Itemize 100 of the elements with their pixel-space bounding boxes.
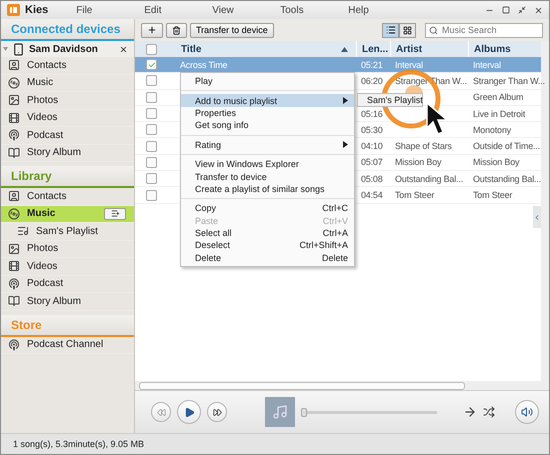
search-icon (429, 26, 438, 34)
app-name: Kies (25, 4, 48, 16)
search-field[interactable]: Music Search (425, 22, 543, 38)
table-cell: Green Album (473, 92, 524, 102)
checkbox[interactable] (146, 75, 157, 86)
close-icon[interactable] (119, 44, 128, 54)
table-cell: Tom Steer (395, 190, 434, 200)
sidebar-item[interactable]: Contacts (1, 57, 134, 74)
table-cell: Tom Steer (473, 190, 512, 200)
checkbox[interactable] (146, 59, 157, 70)
table-cell: Outstanding Bal... (395, 174, 463, 184)
menu-item[interactable]: File (76, 4, 144, 16)
add-playlist-button[interactable] (104, 208, 126, 220)
sidebar-item[interactable]: Podcast (1, 276, 134, 293)
shuffle-icon[interactable] (483, 406, 495, 418)
submenu-arrow-icon (343, 97, 348, 104)
checkbox[interactable] (146, 140, 157, 152)
transfer-button[interactable]: Transfer to device (190, 22, 274, 38)
sidebar-item[interactable]: Videos (1, 110, 134, 127)
menu-item[interactable]: Copy Ctrl+C (181, 202, 354, 215)
menu-item[interactable]: Tools (280, 4, 348, 16)
menu-item[interactable]: Deselect Ctrl+Shift+A (181, 239, 354, 252)
section-heading: Connected devices (1, 19, 134, 41)
sidebar-item[interactable]: Story Album (1, 144, 134, 162)
list-icon (17, 225, 29, 238)
play-button[interactable] (177, 400, 201, 424)
section-heading: Library (1, 166, 134, 188)
sidebar-item[interactable]: Music (1, 206, 134, 223)
menu-item[interactable]: Create a playlist of similar songs (181, 182, 354, 196)
column-header[interactable]: Title (176, 41, 356, 57)
table-cell: 04:10 (361, 141, 383, 152)
image-icon (8, 94, 20, 106)
submenu-item[interactable]: Sam's Playlist (357, 93, 423, 108)
menu-item[interactable]: Rating (181, 138, 354, 151)
sidebar-item[interactable]: Photos (1, 92, 134, 110)
table-cell: Shape of Stars (395, 141, 452, 152)
status-text: 1 song(s), 5.3minute(s), 9.05 MB (1, 433, 549, 454)
podcast-icon (8, 278, 20, 290)
submenu-arrow-icon (343, 141, 348, 148)
grid-view-button[interactable] (399, 22, 416, 38)
checkbox[interactable] (146, 156, 157, 168)
app-logo-icon (7, 4, 20, 16)
table-cell: 06:20 (361, 76, 383, 86)
horizontal-scrollbar[interactable] (135, 381, 549, 390)
contact-card-icon (8, 190, 20, 202)
menu-item[interactable]: Play (181, 75, 354, 88)
grid-icon (403, 26, 412, 34)
table-cell: 05:30 (361, 124, 383, 135)
menu-item[interactable]: Get song info (181, 119, 354, 132)
restore-icon[interactable] (518, 6, 526, 14)
menu-item[interactable]: View in Windows Explorer (181, 158, 354, 170)
volume-button[interactable] (515, 400, 539, 424)
menu-item[interactable]: Properties (181, 106, 354, 120)
contact-card-icon (8, 59, 20, 72)
rewind-button[interactable] (151, 402, 171, 422)
table-cell: Interval (395, 60, 423, 70)
sidebar-item[interactable]: Sam's Playlist (1, 223, 134, 240)
plus-icon (147, 25, 157, 35)
menu-item[interactable]: Delete Delete (181, 252, 354, 264)
podcast-icon (8, 338, 20, 351)
disc-icon (8, 208, 20, 220)
sidebar-item[interactable]: Story Album (1, 293, 134, 310)
menu-item[interactable]: View (212, 4, 280, 16)
checkbox[interactable] (146, 124, 157, 136)
checkbox[interactable] (146, 173, 157, 184)
menu-item[interactable]: Help (348, 4, 416, 16)
image-icon (8, 242, 20, 255)
book-icon (8, 146, 20, 159)
table-cell: Live in Detroit (473, 108, 526, 119)
close-icon[interactable] (534, 6, 543, 14)
section-heading: Store (1, 314, 134, 336)
music-note-icon (272, 404, 288, 420)
play-icon (184, 406, 194, 418)
table-cell: Stranger Than W... (473, 76, 545, 86)
checkbox[interactable] (146, 108, 157, 120)
sort-ascending-icon (341, 46, 348, 52)
checkbox[interactable] (146, 44, 157, 54)
sidebar-item[interactable]: Videos (1, 258, 134, 276)
checkbox[interactable] (146, 190, 157, 201)
table-cell: Outside of Time... (473, 141, 540, 152)
sidebar-item[interactable]: Photos (1, 240, 134, 258)
delete-button[interactable] (166, 22, 187, 38)
maximize-icon[interactable] (502, 6, 510, 14)
book-icon (8, 295, 20, 308)
checkmark-icon (148, 60, 156, 69)
table-cell: 05:08 (361, 174, 383, 184)
menu-item[interactable]: Edit (144, 4, 212, 16)
sidebar-item[interactable]: Podcast (1, 127, 134, 144)
list-view-button[interactable] (382, 22, 399, 38)
add-button[interactable] (141, 22, 163, 38)
menu-item[interactable]: Transfer to device (181, 170, 354, 183)
sidebar-item[interactable]: Podcast Channel (1, 336, 134, 354)
list-plus-icon (110, 209, 120, 218)
menu-item[interactable]: Select all Ctrl+A (181, 226, 354, 240)
film-icon (8, 112, 20, 124)
fast-forward-button[interactable] (207, 402, 227, 422)
checkbox[interactable] (146, 92, 157, 103)
table-cell: 05:21 (361, 60, 383, 70)
trash-icon (172, 26, 181, 34)
sidebar-item[interactable]: Music (1, 74, 134, 92)
